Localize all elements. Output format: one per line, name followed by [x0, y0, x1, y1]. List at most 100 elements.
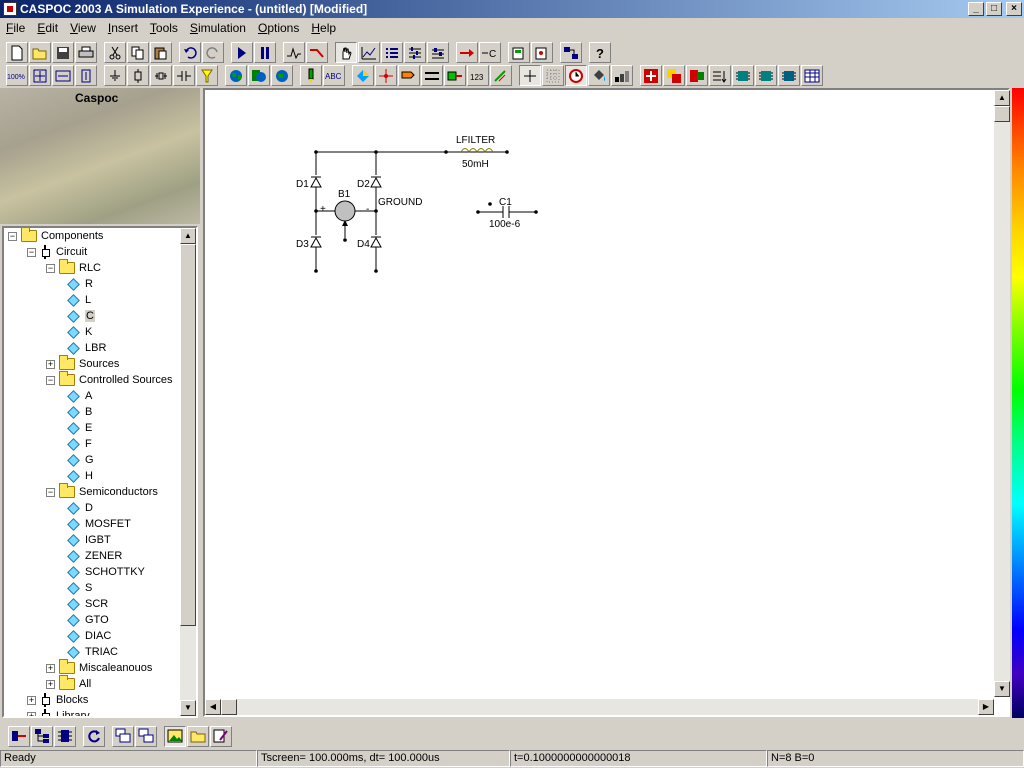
cascade-button[interactable]: [135, 725, 157, 747]
zoom-height-button[interactable]: [75, 65, 97, 86]
edit-button[interactable]: [210, 725, 232, 747]
new-file-button[interactable]: [6, 42, 28, 63]
capacitor-button[interactable]: [173, 65, 195, 86]
expand-icon[interactable]: +: [46, 679, 55, 689]
world-library-button[interactable]: [248, 65, 270, 86]
text-button[interactable]: ABC: [323, 65, 345, 86]
undo-button[interactable]: [179, 42, 201, 63]
collapse-icon[interactable]: −: [46, 263, 55, 273]
menu-options[interactable]: Options: [252, 21, 305, 35]
color-button[interactable]: [352, 65, 374, 86]
tree-item-gto[interactable]: GTO: [65, 612, 109, 628]
expand-icon[interactable]: +: [27, 695, 36, 705]
tree-item-d[interactable]: D: [65, 500, 93, 516]
print-button[interactable]: [75, 42, 97, 63]
picture-button[interactable]: [164, 725, 186, 747]
component-tree[interactable]: + Library + Blocks + All + Miscaleanouos TRIAC DI…: [2, 226, 198, 718]
tree-item-g[interactable]: G: [65, 452, 94, 468]
expand-icon[interactable]: +: [46, 359, 55, 369]
grid-button[interactable]: [542, 65, 564, 86]
level-button[interactable]: [611, 65, 633, 86]
diode-d3[interactable]: [310, 236, 322, 248]
canvas-horizontal-scrollbar[interactable]: ◀ ▶: [205, 699, 994, 715]
menu-insert[interactable]: Insert: [102, 21, 144, 35]
voltage-source-b1[interactable]: [334, 200, 356, 222]
chip-a-button[interactable]: [732, 65, 754, 86]
collapse-icon[interactable]: −: [46, 375, 55, 385]
network-button[interactable]: [560, 42, 582, 63]
fill-button[interactable]: [588, 65, 610, 86]
tree-item-e[interactable]: E: [65, 420, 92, 436]
tree-item-h[interactable]: H: [65, 468, 93, 484]
meter-button[interactable]: [490, 65, 512, 86]
tree-item-a[interactable]: A: [65, 388, 92, 404]
probe-button[interactable]: [196, 65, 218, 86]
block-button[interactable]: [444, 65, 466, 86]
tree-node-sources[interactable]: + Sources: [46, 355, 119, 372]
windows-button[interactable]: [112, 725, 134, 747]
tree-item-lbr[interactable]: LBR: [65, 340, 106, 356]
minimize-button[interactable]: _: [968, 2, 984, 16]
zoom-width-button[interactable]: [52, 65, 74, 86]
canvas-scroll-right-button[interactable]: ▶: [978, 699, 994, 715]
tree-vertical-scrollbar[interactable]: ▲ ▼: [180, 228, 196, 716]
chip-c-button[interactable]: [778, 65, 800, 86]
tree-item-mosfet[interactable]: MOSFET: [65, 516, 131, 532]
timer-button[interactable]: [565, 65, 587, 86]
tree-item-scr[interactable]: SCR: [65, 596, 108, 612]
tree-item-b[interactable]: B: [65, 404, 92, 420]
canvas-scroll-thumb-h[interactable]: [221, 699, 237, 715]
select-hand-button[interactable]: [335, 42, 357, 63]
tree-node-components[interactable]: − Components: [8, 228, 103, 244]
tree-item-s[interactable]: S: [65, 580, 92, 596]
diode-d4[interactable]: [370, 236, 382, 248]
maximize-button[interactable]: □: [986, 2, 1002, 16]
tree-item-schottky[interactable]: SCHOTTKY: [65, 564, 145, 580]
tree-node-semiconductors[interactable]: − Semiconductors: [46, 483, 158, 500]
tree-item-r[interactable]: R: [65, 276, 93, 292]
ground-button[interactable]: [104, 65, 126, 86]
schematic-canvas[interactable]: LFILTER 50mH C1 100e-6 B1 + - GROUND D1 …: [205, 90, 990, 697]
collapse-icon[interactable]: −: [27, 247, 36, 257]
tree-node-miscaleanouos[interactable]: + Miscaleanouos: [46, 659, 152, 676]
world-search-button[interactable]: [271, 65, 293, 86]
menu-edit[interactable]: Edit: [31, 21, 64, 35]
number-button[interactable]: 123: [467, 65, 489, 86]
canvas-scroll-thumb-v[interactable]: [994, 106, 1010, 122]
tree-item-zener[interactable]: ZENER: [65, 548, 122, 564]
redo-button[interactable]: [202, 42, 224, 63]
canvas-scroll-up-button[interactable]: ▲: [994, 90, 1010, 106]
list-button[interactable]: [381, 42, 403, 63]
folder-button[interactable]: [187, 725, 209, 747]
diode-d2[interactable]: [370, 176, 382, 188]
tree-node-blocks[interactable]: + Blocks: [27, 692, 88, 708]
bus-button[interactable]: [421, 65, 443, 86]
diode-d1[interactable]: [310, 176, 322, 188]
refresh-button[interactable]: [83, 725, 105, 747]
ic-button[interactable]: [54, 725, 76, 747]
expand-icon[interactable]: +: [46, 663, 55, 673]
menu-tools[interactable]: Tools: [144, 21, 184, 35]
zoom-100-button[interactable]: 100%: [6, 65, 28, 86]
table-button[interactable]: [801, 65, 823, 86]
run-simulation-button[interactable]: [231, 42, 253, 63]
tree-item-l[interactable]: L: [65, 292, 91, 308]
paste-button[interactable]: [150, 42, 172, 63]
scope-button[interactable]: [358, 42, 380, 63]
canvas-vertical-scrollbar[interactable]: ▲ ▼: [994, 90, 1010, 697]
scroll-thumb[interactable]: [180, 244, 196, 626]
tree-node-rlc[interactable]: − RLC: [46, 259, 101, 276]
collapse-icon[interactable]: −: [46, 487, 55, 497]
scroll-down-button[interactable]: ▼: [180, 700, 196, 716]
rotate-button[interactable]: [663, 65, 685, 86]
zoom-fit-button[interactable]: [29, 65, 51, 86]
save-button[interactable]: [52, 42, 74, 63]
collapse-icon[interactable]: −: [8, 231, 17, 241]
inductor-coil[interactable]: [460, 148, 494, 154]
component-button[interactable]: [531, 42, 553, 63]
menu-view[interactable]: View: [64, 21, 102, 35]
tree-node-circuit[interactable]: − Circuit: [27, 244, 87, 260]
label-button[interactable]: [398, 65, 420, 86]
menu-help[interactable]: Help: [305, 21, 342, 35]
resistor-button[interactable]: [127, 65, 149, 86]
